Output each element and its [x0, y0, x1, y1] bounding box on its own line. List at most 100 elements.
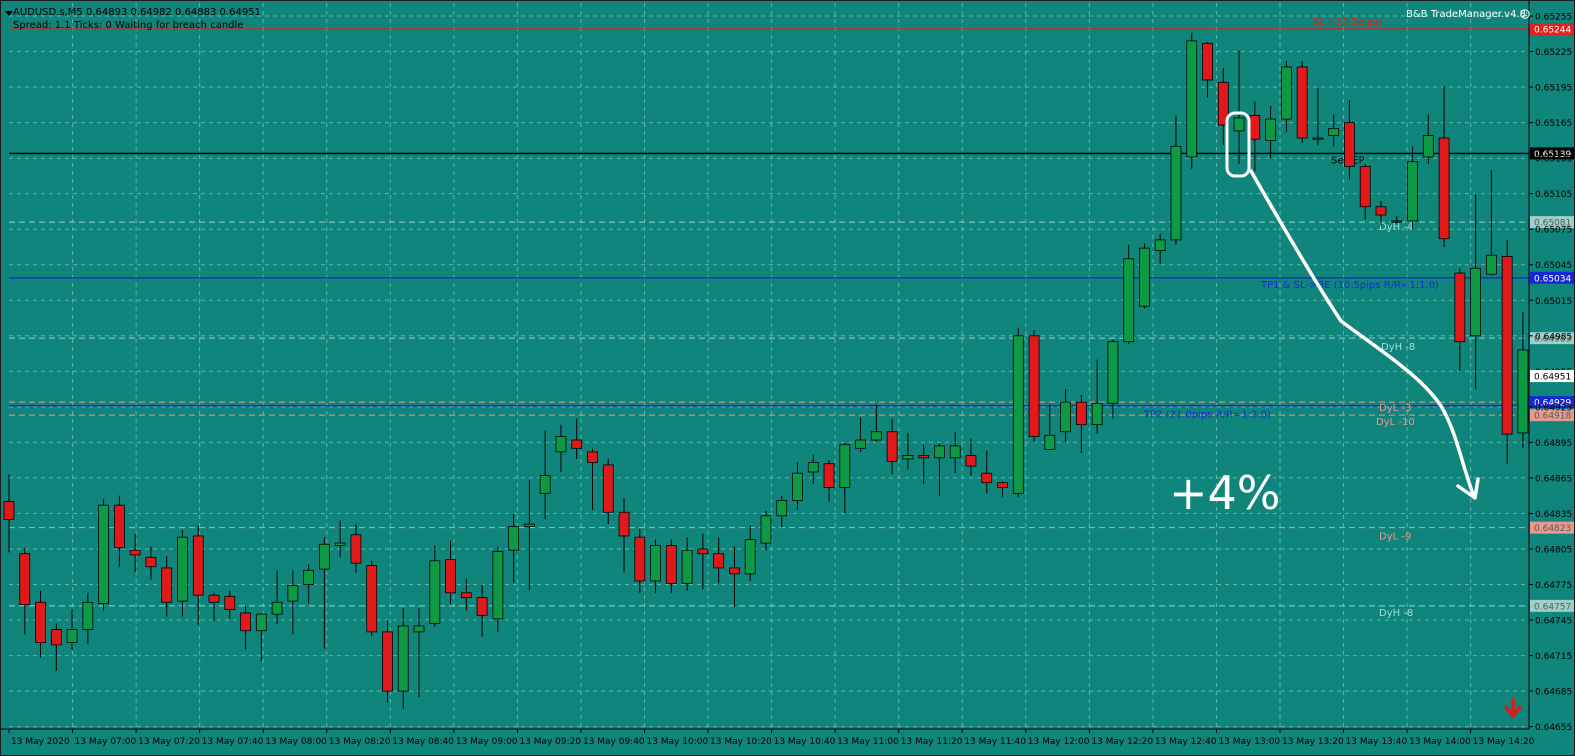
candle-body: [50, 629, 62, 646]
price-label: 0.64805: [1535, 545, 1572, 555]
candle: [1044, 404, 1056, 450]
candle: [161, 556, 173, 617]
candle-body: [476, 597, 488, 616]
candle: [1328, 114, 1340, 147]
candle-body: [1312, 137, 1324, 140]
candle: [1391, 216, 1403, 224]
candle: [476, 584, 488, 637]
candle-body: [634, 536, 646, 582]
candle: [1139, 243, 1150, 309]
candle-body: [1028, 335, 1040, 437]
price-label: 0.64865: [1535, 474, 1572, 484]
candle-body: [1012, 335, 1024, 494]
chart-canvas[interactable]: 0.652440.651390.650810.650340.649830.649…: [1, 1, 1575, 756]
candle-body: [1438, 137, 1450, 240]
candle-body: [1359, 166, 1371, 208]
candle: [1485, 169, 1497, 276]
candle-body: [1517, 349, 1529, 434]
candle-body: [1407, 161, 1418, 222]
candle-body: [776, 500, 788, 517]
candle-body: [1139, 247, 1150, 307]
candle: [934, 443, 945, 496]
price-label: 0.65225: [1535, 48, 1572, 58]
price-label: 0.64745: [1535, 617, 1572, 627]
candle-body: [1344, 122, 1355, 167]
candle-body: [334, 542, 346, 546]
candle: [1091, 359, 1103, 435]
candle-body: [1107, 341, 1119, 404]
level-label-dyl3: DyL -3: [1379, 403, 1411, 414]
ea-name: B&B TradeManager.v4.8: [1406, 9, 1526, 20]
candle: [571, 418, 583, 459]
candle: [382, 620, 393, 703]
candle: [113, 495, 125, 567]
candle-body: [1075, 401, 1087, 426]
time-label: 13 May 10:20: [710, 737, 772, 747]
time-label: 13 May 11:00: [837, 737, 899, 747]
candle-body: [287, 585, 299, 602]
candle-body: [366, 565, 378, 633]
candle-body: [1470, 267, 1482, 337]
candle: [271, 570, 283, 624]
candle-body: [981, 472, 993, 484]
candle: [1075, 395, 1087, 454]
candle: [287, 570, 299, 635]
time-label: 13 May 12:20: [1091, 737, 1153, 747]
price-tag-label-dyl9: 0.64823: [1534, 524, 1571, 534]
candle-body: [555, 436, 567, 453]
candle: [1344, 100, 1355, 180]
candle: [902, 432, 914, 470]
candle: [1186, 32, 1198, 169]
candle: [839, 442, 851, 514]
candle-body: [665, 545, 677, 584]
time-label: 13 May 14:00: [1409, 737, 1471, 747]
price-label: 0.65105: [1535, 190, 1572, 200]
candle: [524, 480, 535, 591]
candle: [1202, 42, 1213, 98]
candle-body: [1186, 40, 1198, 158]
candle-body: [413, 625, 425, 633]
candle: [334, 520, 346, 558]
candle-body: [508, 526, 520, 551]
candle-body: [886, 431, 898, 462]
price-label: 0.65075: [1535, 226, 1572, 236]
candle-body: [1060, 401, 1071, 433]
candles: [3, 32, 1529, 709]
candle-body: [1044, 434, 1056, 450]
status-line: Spread: 1.1 Ticks: 0 Waiting for breach …: [13, 20, 244, 31]
candle-body: [949, 445, 961, 459]
candle-body: [1265, 118, 1276, 141]
level-label-dyh8b: DyH -8: [1379, 608, 1413, 619]
candle: [255, 612, 267, 662]
smiley-icon[interactable]: [1520, 9, 1530, 19]
candle-body: [1233, 117, 1245, 132]
price-label: 0.65135: [1535, 155, 1572, 165]
candle: [855, 417, 866, 452]
time-label: 13 May 11:40: [964, 737, 1026, 747]
price-label: 0.64925: [1535, 403, 1572, 413]
candle: [397, 608, 409, 709]
level-label-tp1: TP1 & SL->BE (10.5pips R/R=1:1.0): [1260, 280, 1439, 291]
price-label: 0.65255: [1535, 13, 1572, 23]
annotation-text: +4%: [1169, 466, 1281, 520]
candle-body: [918, 455, 930, 459]
level-label-tp2: TP2 (21.0pips R/R=1:2.0): [1143, 410, 1271, 421]
candle: [366, 560, 378, 637]
candle: [1454, 268, 1466, 372]
price-tag-label-tp1: 0.65034: [1534, 274, 1571, 284]
candle-body: [255, 613, 267, 632]
candle: [240, 605, 251, 650]
symbol-title: AUDUSD.s,M5 0.64893 0.64982 0.64883 0.64…: [13, 7, 261, 18]
candle: [981, 450, 993, 494]
chart-window[interactable]: 0.65244 0.65139 0.65081 0.65034 0.64983 0.649…: [0, 0, 1575, 756]
time-label: 13 May 13:40: [1346, 737, 1408, 747]
time-label: 13 May 11:20: [901, 737, 963, 747]
candle-body: [145, 556, 157, 568]
candle: [1060, 389, 1071, 443]
time-label: 13 May 12:40: [1155, 737, 1217, 747]
candle-body: [397, 625, 409, 692]
price-label: 0.65015: [1535, 297, 1572, 307]
candle: [192, 525, 204, 625]
dropdown-triangle-icon[interactable]: [5, 11, 13, 16]
time-label: 13 May 08:00: [265, 737, 327, 747]
